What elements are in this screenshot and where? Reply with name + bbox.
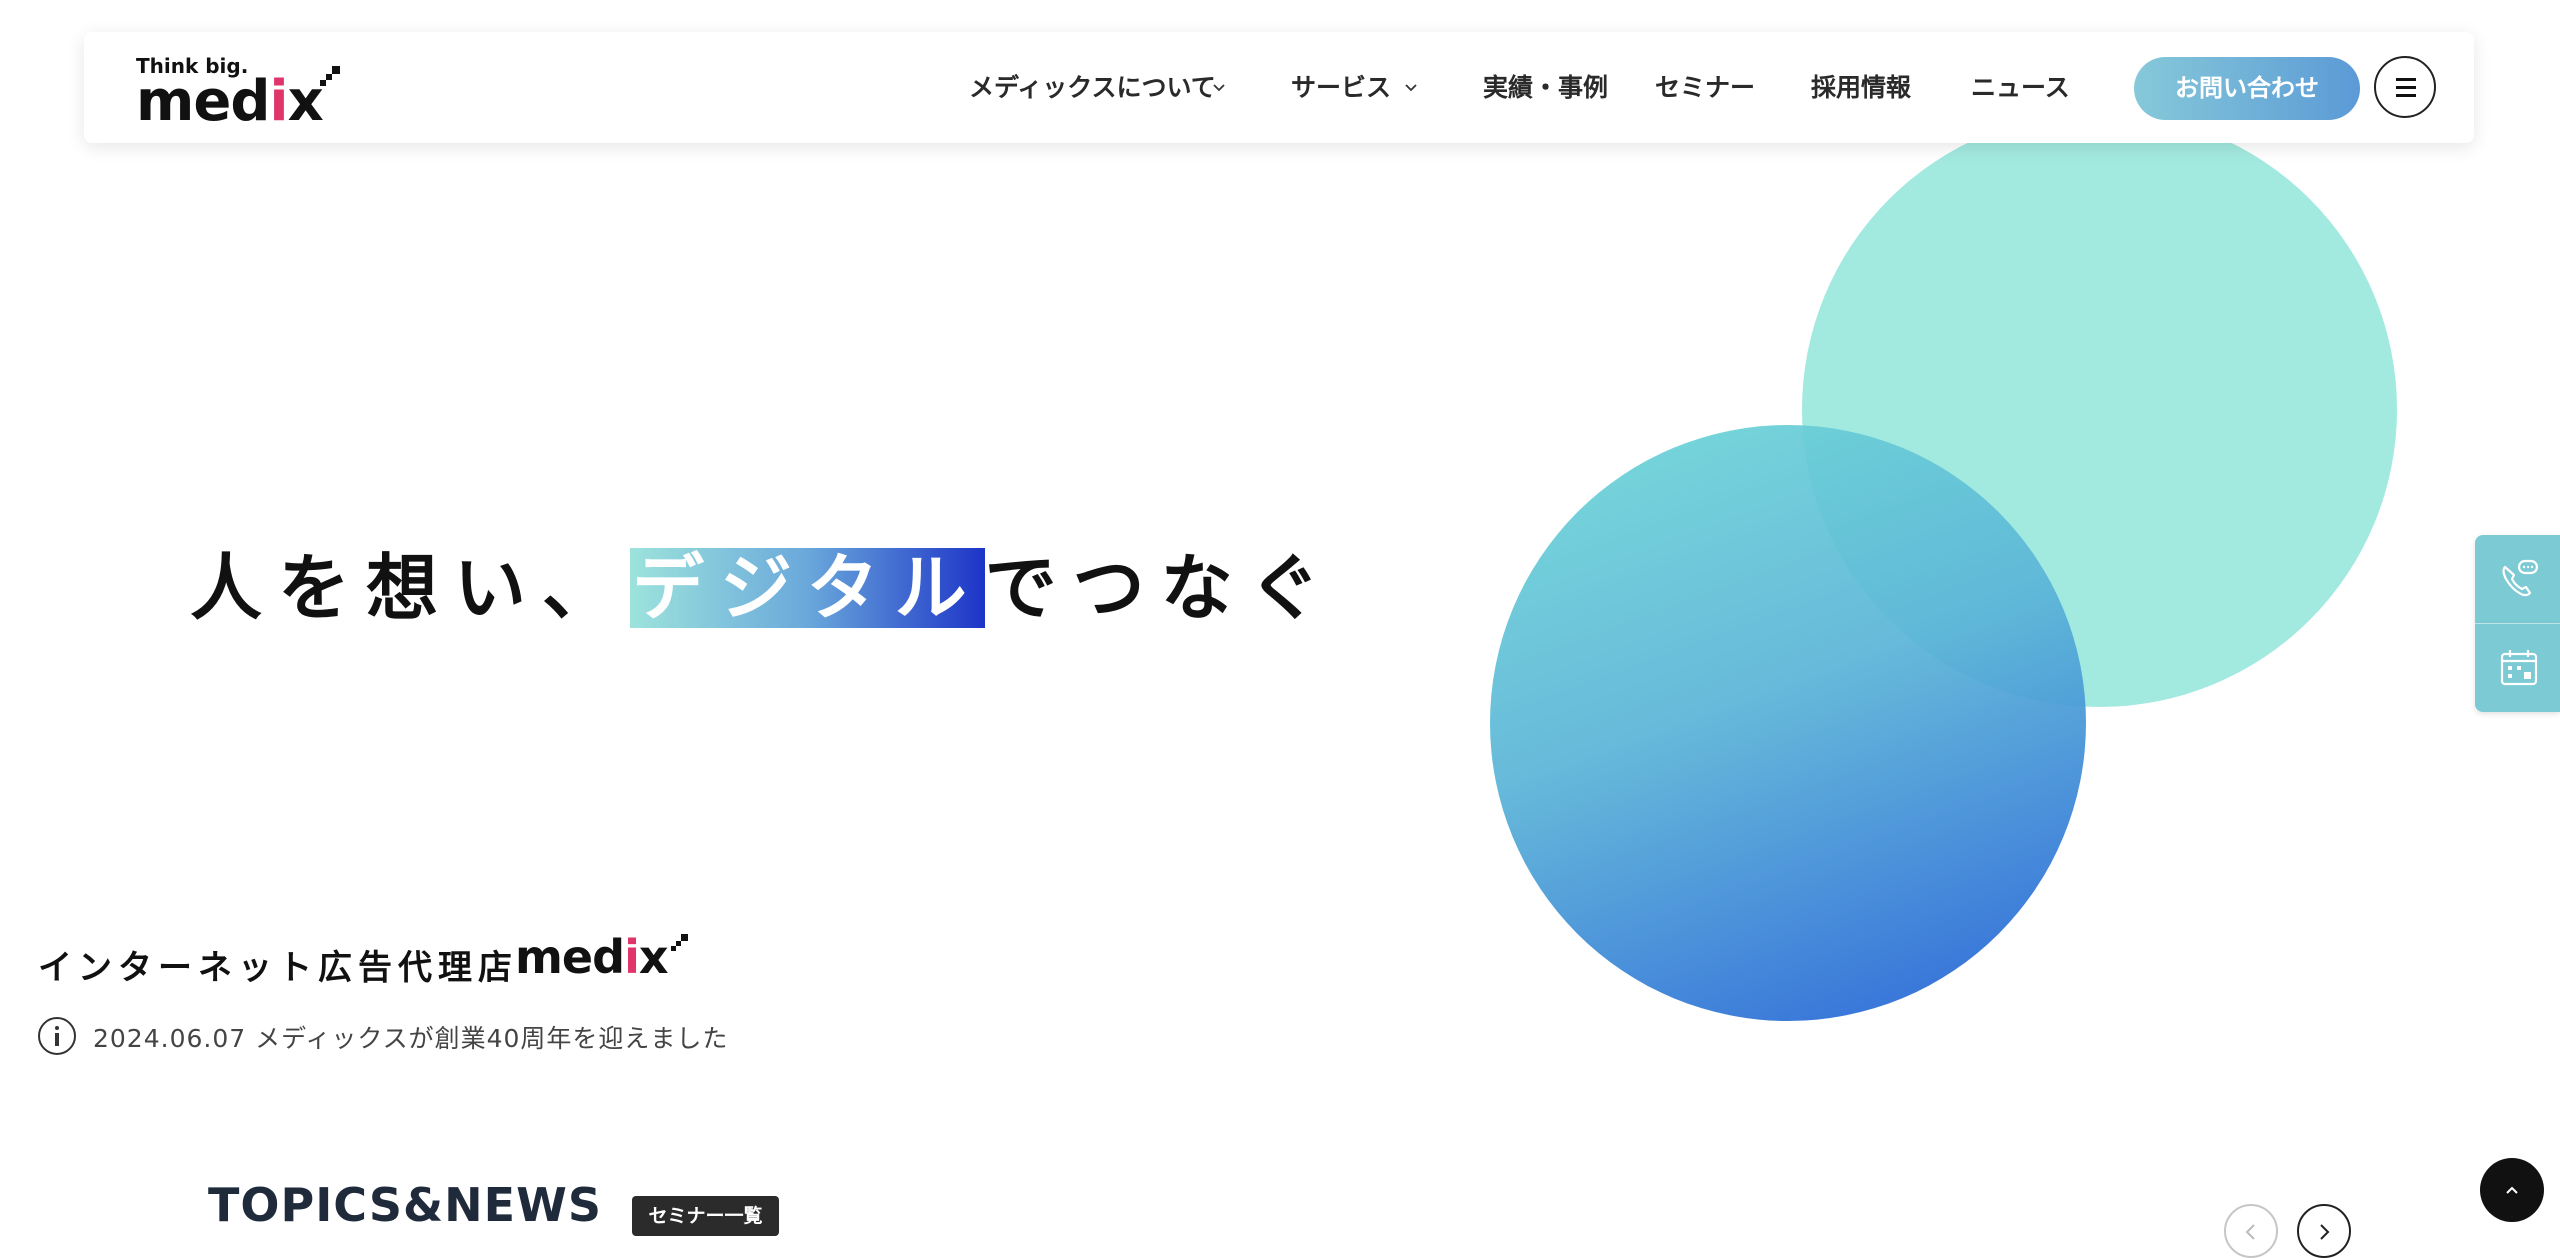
side-tab-calendar[interactable] [2475,623,2560,712]
seminar-list-badge[interactable]: セミナー一覧 [632,1196,779,1236]
calendar-icon [2500,650,2538,686]
main-nav: メディックスについて サービス 実績・事例 セミナー 採用情報 ニュース [84,32,2474,143]
chevron-down-icon [1213,84,1225,92]
info-icon [38,1017,76,1055]
hero-headline-highlight: デジタル [630,546,985,630]
topics-news-heading: TOPICS&NEWS [208,1178,602,1232]
hamburger-icon [2396,78,2416,81]
chevron-left-icon [2245,1224,2255,1240]
nav-cases[interactable]: 実績・事例 [1483,70,1608,106]
agency-medix-logo: medix [515,930,695,990]
nav-recruit[interactable]: 採用情報 [1811,70,1911,106]
hero-headline: 人を想い、デジタルでつなぐ [190,548,1337,628]
chevron-up-icon [2506,1186,2518,1194]
nav-about[interactable]: メディックスについて [969,70,1216,106]
agency-logo-wordmark: medix [515,930,669,984]
phone-chat-icon [2502,559,2539,597]
hero-headline-before: 人を想い、 [190,546,631,630]
chevron-down-icon [1405,84,1417,92]
carousel-next-button[interactable] [2297,1204,2351,1258]
logo-pixel-mark [671,934,688,951]
news-ticker-text[interactable]: 2024.06.07 メディックスが創業40周年を迎えました [93,1019,728,1055]
nav-news[interactable]: ニュース [1971,70,2070,106]
nav-services[interactable]: サービス [1291,70,1391,106]
nav-seminar[interactable]: セミナー [1655,70,1755,106]
back-to-top-button[interactable] [2480,1158,2544,1222]
chevron-right-icon [2320,1224,2330,1240]
contact-button[interactable]: お問い合わせ [2134,57,2360,120]
site-header: Think big. medix メディックスについて サービス 実績・事例 セ… [84,32,2474,143]
menu-button[interactable] [2374,56,2436,118]
hero-circle-gradient [1490,425,2086,1021]
side-tab-phone[interactable] [2475,535,2560,623]
agency-label: インターネット広告代理店 [38,948,518,988]
hero-headline-after: でつなぐ [984,546,1337,630]
carousel-prev-button[interactable] [2224,1204,2278,1258]
